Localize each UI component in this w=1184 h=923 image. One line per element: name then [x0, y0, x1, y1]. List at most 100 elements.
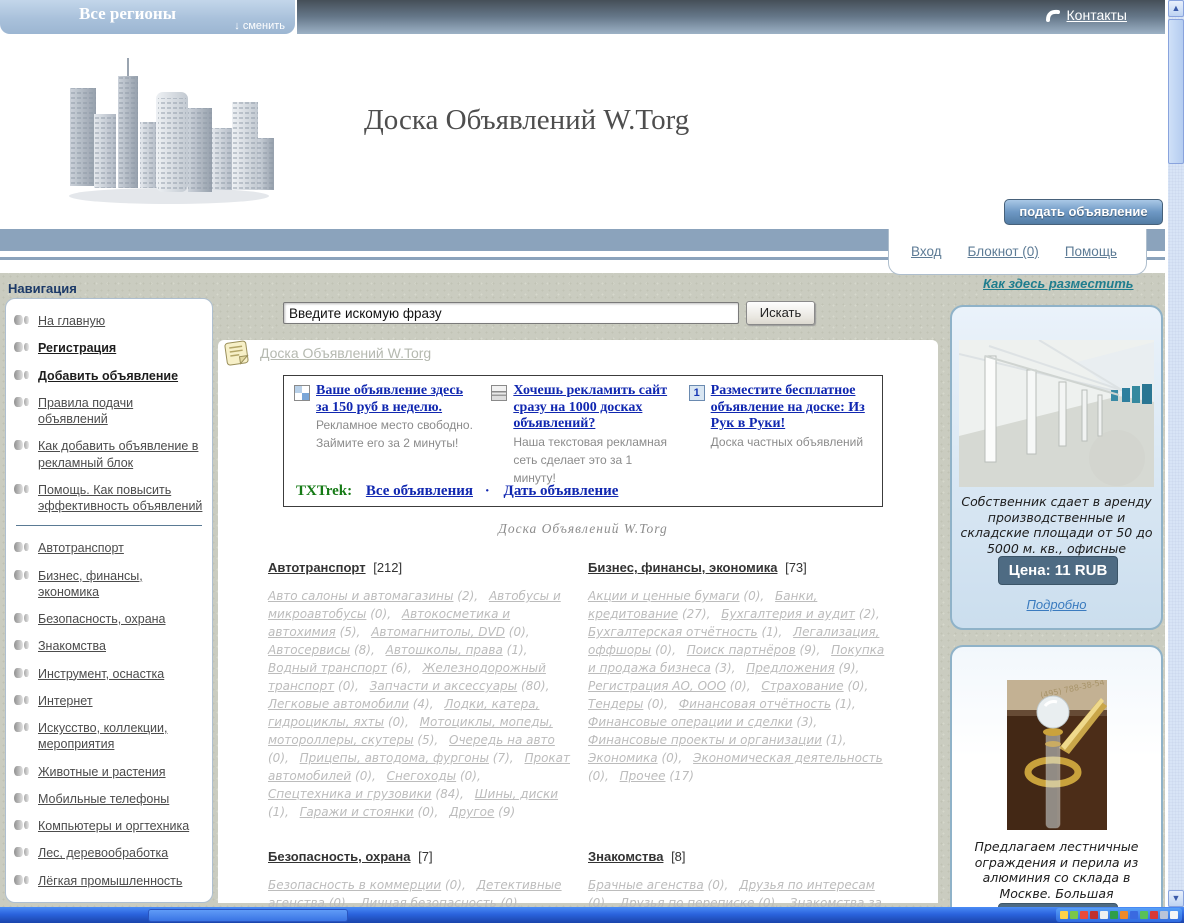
login-link[interactable]: Вход [911, 244, 942, 259]
subcategory-link[interactable]: Предложения [746, 661, 834, 675]
taskbar-app-button[interactable] [148, 909, 348, 922]
post-ad-link[interactable]: Дать объявление [504, 483, 619, 499]
sidebar-link[interactable]: Животные и растения [38, 764, 166, 780]
subcategory-link[interactable]: Запчасти и аксессуары [370, 679, 517, 693]
sidebar-item[interactable]: Правила подачи объявлений [14, 395, 204, 428]
subcategory-link[interactable]: Гаражи и стоянки [300, 805, 414, 819]
subcategory-link[interactable]: Тендеры [588, 697, 643, 711]
subcategory-link[interactable]: Шины, диски [475, 787, 558, 801]
category-link[interactable]: Автотранспорт [268, 560, 366, 575]
category-link[interactable]: Безопасность, охрана [268, 849, 411, 864]
sidebar-link[interactable]: Инструмент, оснастка [38, 666, 164, 682]
subcategory-link[interactable]: Автомагнитолы, DVD [371, 625, 505, 639]
sidebar-link[interactable]: Компьютеры и оргтехника [38, 818, 189, 834]
subcategory-link[interactable]: Авто салоны и автомагазины [268, 589, 453, 603]
sidebar-link[interactable]: Бизнес, финансы, экономика [38, 568, 204, 601]
sidebar-link[interactable]: Искусство, коллекции, мероприятия [38, 720, 204, 753]
sidebar-link[interactable]: Лес, деревообработка [38, 845, 168, 861]
details-link[interactable]: Подробно [952, 597, 1161, 612]
sidebar-link[interactable]: Интернет [38, 693, 93, 709]
tray-icon[interactable] [1160, 911, 1168, 919]
scroll-down-arrow[interactable]: ▼ [1168, 890, 1184, 907]
sidebar-item[interactable]: Компьютеры и оргтехника [14, 818, 204, 834]
sidebar-link[interactable]: Лёгкая промышленность [38, 873, 182, 889]
place-ad-here-link[interactable]: Как здесь разместить [983, 276, 1134, 291]
sidebar-item[interactable]: Искусство, коллекции, мероприятия [14, 720, 204, 753]
category-link[interactable]: Бизнес, финансы, экономика [588, 560, 777, 575]
subcategory-link[interactable]: Экономика [588, 751, 658, 765]
sidebar-link[interactable]: Регистрация [38, 340, 116, 356]
sidebar-item[interactable]: Автотранспорт [14, 540, 204, 556]
subcategory-link[interactable]: Страхование [761, 679, 843, 693]
sidebar-item[interactable]: Помощь. Как повысить эффективность объяв… [14, 482, 204, 515]
subcategory-link[interactable]: Автосервисы [268, 643, 350, 657]
subcategory-link[interactable]: Бухгалтерия и аудит [721, 607, 855, 621]
sidebar-link[interactable]: Помощь по сайту [38, 900, 139, 903]
subcategory-link[interactable]: Поиск партнёров [687, 643, 796, 657]
sidebar-item[interactable]: Добавить объявление [14, 368, 204, 384]
tray-icon[interactable] [1080, 911, 1088, 919]
subcategory-link[interactable]: Легковые автомобили [268, 697, 409, 711]
subcategory-link[interactable]: Безопасность в коммерции [268, 878, 441, 892]
search-input[interactable] [283, 302, 739, 324]
subcategory-link[interactable]: Регистрация АО, ООО [588, 679, 726, 693]
sidebar-item[interactable]: Помощь по сайту [14, 900, 204, 903]
tray-icon[interactable] [1100, 911, 1108, 919]
sidebar-link[interactable]: Добавить объявление [38, 368, 178, 384]
tray-icon[interactable] [1110, 911, 1118, 919]
region-selector[interactable]: Все регионы ↓ сменить [0, 0, 295, 34]
sidebar-item[interactable]: Лес, деревообработка [14, 845, 204, 861]
sidebar-link[interactable]: Правила подачи объявлений [38, 395, 204, 428]
sidebar-item[interactable]: Инструмент, оснастка [14, 666, 204, 682]
sidebar-item[interactable]: Мобильные телефоны [14, 791, 204, 807]
tray-icon[interactable] [1150, 911, 1158, 919]
subcategory-link[interactable]: Финансовые проекты и организации [588, 733, 822, 747]
breadcrumb-link[interactable]: Доска Объявлений W.Torg [260, 345, 431, 361]
subcategory-link[interactable]: Прицепы, автодома, фургоны [300, 751, 489, 765]
tray-icon[interactable] [1060, 911, 1068, 919]
featured-ad-warehouse[interactable]: Собственник сдает в аренду производствен… [950, 305, 1163, 630]
sidebar-link[interactable]: Мобильные телефоны [38, 791, 169, 807]
subcategory-link[interactable]: Финансовая отчётность [679, 697, 831, 711]
sidebar-link[interactable]: Знакомства [38, 638, 106, 654]
region-change-link[interactable]: ↓ сменить [234, 20, 285, 32]
tray-icon[interactable] [1170, 911, 1178, 919]
subcategory-link[interactable]: Брачные агенства [588, 878, 704, 892]
subcategory-link[interactable]: Очередь на авто [449, 733, 555, 747]
sidebar-item[interactable]: Бизнес, финансы, экономика [14, 568, 204, 601]
tray-icon[interactable] [1120, 911, 1128, 919]
subcategory-link[interactable]: Финансовые операции и сделки [588, 715, 793, 729]
tray-icon[interactable] [1140, 911, 1148, 919]
tray-icon[interactable] [1090, 911, 1098, 919]
all-ads-link[interactable]: Все объявления [366, 483, 473, 499]
subcategory-link[interactable]: Прочее [620, 769, 666, 783]
scroll-up-arrow[interactable]: ▲ [1168, 0, 1184, 17]
subcategory-link[interactable]: Экономическая деятельность [693, 751, 883, 765]
notebook-link[interactable]: Блокнот (0) [968, 244, 1039, 259]
subcategory-link[interactable]: Другое [449, 805, 494, 819]
subcategory-link[interactable]: Водный транспорт [268, 661, 387, 675]
contacts-link[interactable]: Контакты [1067, 7, 1127, 23]
sidebar-item[interactable]: Лёгкая промышленность [14, 873, 204, 889]
sidebar-item[interactable]: На главную [14, 313, 204, 329]
ad-title-link[interactable]: Хочешь рекламить сайт сразу на 1000 доск… [513, 383, 674, 433]
featured-ad-railing[interactable]: (495) 788-38-54 Предлагаем лестничные ог… [950, 645, 1163, 923]
tray-icon[interactable] [1130, 911, 1138, 919]
ad-title-link[interactable]: Разместите бесплатное объявление на доск… [711, 383, 872, 433]
sidebar-link[interactable]: Помощь. Как повысить эффективность объяв… [38, 482, 204, 515]
sidebar-item[interactable]: Интернет [14, 693, 204, 709]
scrollbar-thumb[interactable] [1168, 19, 1184, 164]
subcategory-link[interactable]: Бухгалтерская отчётность [588, 625, 758, 639]
vertical-scrollbar[interactable]: ▲ ▼ [1168, 0, 1184, 907]
sidebar-link[interactable]: Как добавить объявление в рекламный блок [38, 438, 204, 471]
tray-icon[interactable] [1070, 911, 1078, 919]
sidebar-item[interactable]: Как добавить объявление в рекламный блок [14, 438, 204, 471]
sidebar-item[interactable]: Животные и растения [14, 764, 204, 780]
sidebar-link[interactable]: Автотранспорт [38, 540, 124, 556]
sidebar-item[interactable]: Регистрация [14, 340, 204, 356]
sidebar-item[interactable]: Безопасность, охрана [14, 611, 204, 627]
sidebar-item[interactable]: Знакомства [14, 638, 204, 654]
sidebar-link[interactable]: На главную [38, 313, 105, 329]
subcategory-link[interactable]: Акции и ценные бумаги [588, 589, 740, 603]
ad-title-link[interactable]: Ваше объявление здесь за 150 руб в недел… [316, 383, 477, 416]
